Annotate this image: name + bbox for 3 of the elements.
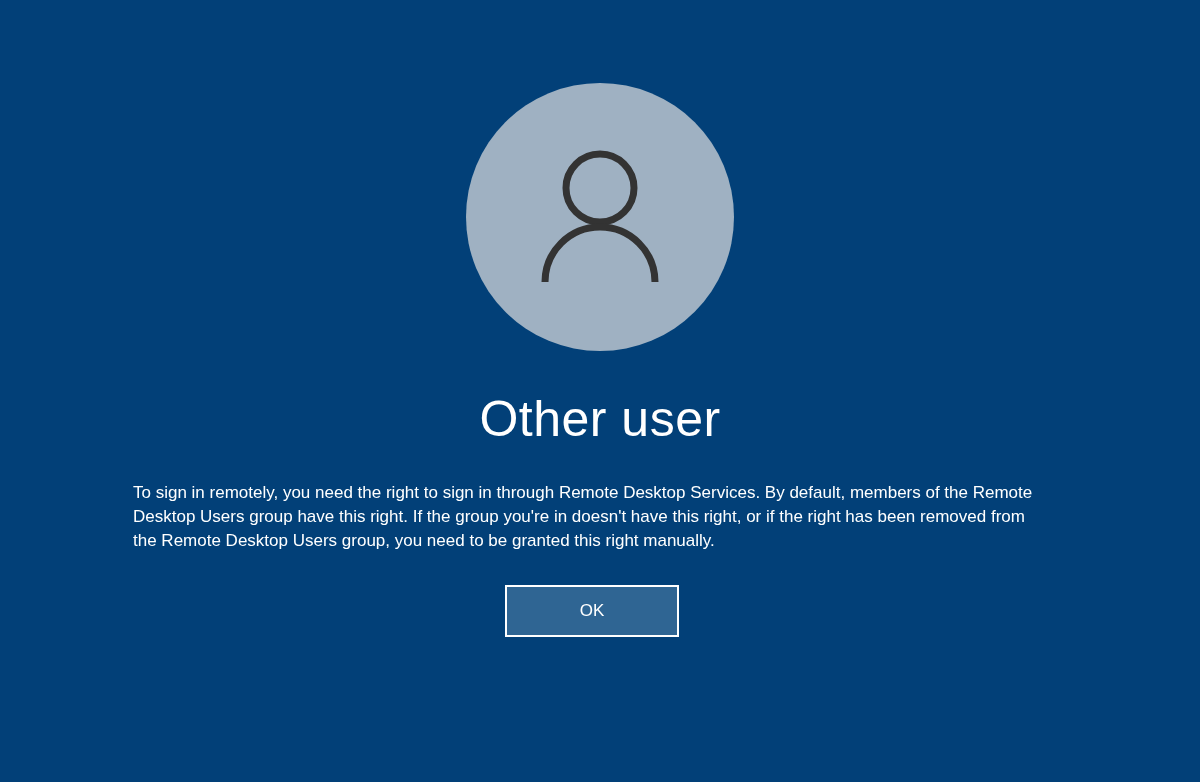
message-text: To sign in remotely, you need the right to sign in through Remote Desktop Services. By default, members of the Remote Desktop Users group have this right. If the group you're in doesn't have this right, or if the right has been removed from the Remote Desktop Users group, you need to be granted this right manually. [133, 482, 1034, 552]
user-name: Other user [479, 390, 721, 449]
ok-button[interactable]: OK [505, 585, 679, 637]
